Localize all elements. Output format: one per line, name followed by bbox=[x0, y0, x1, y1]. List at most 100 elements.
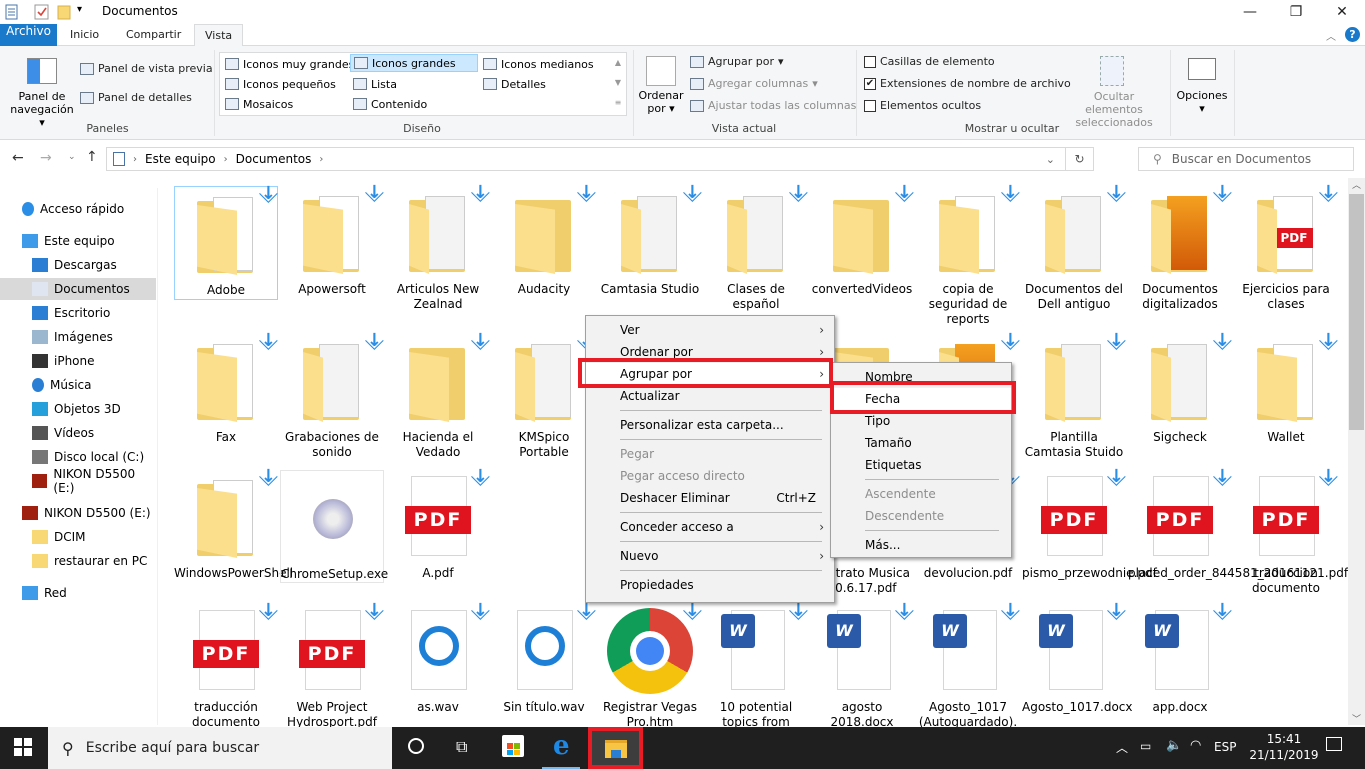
menu-item[interactable]: Nuevo › bbox=[586, 545, 834, 567]
layout-details[interactable]: Detalles bbox=[480, 75, 549, 93]
scroll-thumb[interactable] bbox=[1349, 194, 1364, 430]
recent-locations-icon[interactable]: ⌄ bbox=[68, 152, 76, 162]
file-item[interactable]: PDF ⇲ traduccion documento bbox=[1234, 465, 1340, 596]
file-item[interactable]: ⇲ WindowsPowerShell bbox=[174, 465, 293, 581]
wifi-icon[interactable]: ◠ bbox=[1190, 738, 1201, 753]
menu-item[interactable]: Pegar bbox=[586, 443, 834, 465]
sidebar-item[interactable]: Documentos bbox=[0, 278, 156, 300]
file-item[interactable]: W ⇲ Agosto_1017.docx bbox=[1022, 599, 1132, 715]
file-item[interactable]: ⇲ Hacienda el Vedado bbox=[386, 329, 493, 460]
checkbox[interactable] bbox=[864, 99, 876, 112]
sidebar-item[interactable]: Este equipo bbox=[0, 230, 156, 252]
menu-item[interactable]: Descendente bbox=[831, 505, 1011, 527]
layout-medium-icons[interactable]: Iconos medianos bbox=[480, 55, 597, 73]
sort-by-button[interactable]: Ordenar por ▾ bbox=[638, 89, 684, 115]
checkbox-checked[interactable]: ✔ bbox=[864, 77, 876, 90]
add-columns-button[interactable]: Agregar columnas ▾ bbox=[690, 77, 818, 90]
battery-icon[interactable]: ▭ bbox=[1140, 739, 1151, 753]
store-icon[interactable] bbox=[502, 735, 524, 757]
sidebar-item[interactable]: Vídeos bbox=[0, 422, 156, 444]
edge-icon[interactable]: e bbox=[553, 731, 570, 761]
file-item[interactable]: ⇲ Wallet bbox=[1234, 329, 1340, 445]
file-item[interactable]: ⇲ Sigcheck bbox=[1128, 329, 1234, 445]
menu-item[interactable]: Conceder acceso a › bbox=[586, 516, 834, 538]
menu-item[interactable]: Más... bbox=[831, 534, 1011, 556]
layout-small-icons[interactable]: Iconos pequeños bbox=[222, 75, 339, 93]
file-item[interactable]: PDF ⇲ Web Project Hydrosport.pdf bbox=[280, 599, 386, 727]
taskbar-search-input[interactable]: Escribe aquí para buscar bbox=[86, 740, 259, 756]
menu-item[interactable]: Ascendente bbox=[831, 483, 1011, 505]
layout-extra-large-icons[interactable]: Iconos muy grandes bbox=[222, 55, 357, 73]
file-item[interactable]: ⇲ Audacity bbox=[492, 181, 598, 297]
file-item[interactable]: ⇲ Documentos del Dell antiguo bbox=[1022, 181, 1128, 312]
hidden-items-toggle[interactable]: Elementos ocultos bbox=[864, 99, 981, 112]
layout-list[interactable]: Lista bbox=[350, 75, 400, 93]
customize-toolbar-icon[interactable]: ▾ bbox=[77, 4, 93, 20]
menu-item[interactable]: Tamaño bbox=[831, 432, 1011, 454]
task-view-icon[interactable]: ⧉ bbox=[456, 737, 467, 757]
sidebar-item[interactable]: restaurar en PC bbox=[0, 550, 156, 572]
file-item[interactable]: W ⇲ app.docx bbox=[1128, 599, 1234, 715]
sidebar-item[interactable]: Objetos 3D bbox=[0, 398, 156, 420]
options-button[interactable]: Opciones ▾ bbox=[1172, 89, 1232, 115]
gallery-scroll[interactable]: ▲ ▼ ≡ bbox=[610, 53, 626, 115]
file-item[interactable]: ⇲ Sin título.wav bbox=[492, 599, 598, 715]
menu-item[interactable]: Pegar acceso directo bbox=[586, 465, 834, 487]
file-item[interactable]: W ⇲ Agosto_1017 (Autoguardado). bbox=[916, 599, 1022, 727]
file-item[interactable]: PDF ⇲ pismo_przewodnie.pdf bbox=[1022, 465, 1157, 581]
windows-start-icon[interactable] bbox=[14, 738, 32, 756]
chevron-down-icon[interactable]: ⌄ bbox=[1046, 153, 1055, 166]
layout-large-icons[interactable]: Iconos grandes bbox=[350, 54, 478, 72]
sidebar-item[interactable]: Escritorio bbox=[0, 302, 156, 324]
sidebar-item[interactable]: iPhone bbox=[0, 350, 156, 372]
file-item[interactable]: ⇲ Fax bbox=[174, 329, 280, 445]
sidebar-item[interactable]: Acceso rápido bbox=[0, 198, 156, 220]
tab-inicio[interactable]: Inicio bbox=[60, 24, 109, 46]
menu-item[interactable]: Ver › bbox=[586, 319, 834, 341]
sidebar-item[interactable]: Música bbox=[0, 374, 156, 396]
file-item[interactable]: ⇲ copia de seguridad de reports bbox=[916, 181, 1022, 327]
file-item[interactable]: PDF ⇲ A.pdf bbox=[386, 465, 492, 581]
up-arrow-icon[interactable]: ↑ bbox=[86, 149, 98, 165]
sidebar-item[interactable]: Descargas bbox=[0, 254, 156, 276]
breadcrumb-este-equipo[interactable]: Este equipo bbox=[145, 152, 216, 166]
sidebar-item[interactable]: Red bbox=[0, 582, 156, 604]
refresh-icon[interactable]: ↻ bbox=[1065, 148, 1093, 170]
file-item[interactable]: ⇲ Apowersoft bbox=[280, 181, 386, 297]
file-item[interactable]: ⇲ Grabaciones de sonido bbox=[280, 329, 386, 460]
file-item[interactable]: ⇲ Adobe bbox=[174, 182, 280, 300]
sidebar-item[interactable]: NIKON D5500 (E:) bbox=[0, 467, 156, 495]
file-item[interactable]: ⇲ Clases de español bbox=[704, 181, 810, 312]
file-item[interactable]: ⇲ convertedVideos bbox=[810, 181, 916, 297]
checkmark-icon[interactable] bbox=[34, 4, 50, 20]
fit-columns-button[interactable]: Ajustar todas las columnas bbox=[690, 99, 856, 112]
sidebar-item[interactable]: DCIM bbox=[0, 526, 156, 548]
file-item[interactable]: ⇲ Articulos New Zealnad bbox=[386, 181, 492, 312]
item-checkboxes-toggle[interactable]: Casillas de elemento bbox=[864, 55, 995, 68]
help-icon[interactable]: ? bbox=[1345, 27, 1360, 42]
scroll-down-icon[interactable]: ﹀ bbox=[1348, 712, 1365, 725]
file-item[interactable]: PDF ⇲ Ejercicios para clases bbox=[1234, 181, 1340, 312]
notifications-icon[interactable] bbox=[1326, 737, 1342, 751]
chevron-up-icon[interactable]: ︿ bbox=[1116, 739, 1128, 756]
tab-compartir[interactable]: Compartir bbox=[116, 24, 191, 46]
collapse-ribbon-icon[interactable]: ︿ bbox=[1326, 28, 1336, 43]
new-folder-icon[interactable] bbox=[57, 4, 73, 20]
file-item[interactable]: ⇲ Registrar Vegas Pro.htm bbox=[598, 599, 704, 727]
properties-icon[interactable] bbox=[4, 4, 20, 20]
menu-item[interactable]: Etiquetas bbox=[831, 454, 1011, 476]
file-item[interactable]: ⇲ Camtasia Studio bbox=[598, 181, 704, 297]
file-item[interactable]: PDF ⇲ traducción documento bbox=[174, 599, 280, 727]
file-item[interactable]: ⇲ as.wav bbox=[386, 599, 492, 715]
taskbar-search[interactable]: ⚲ Escribe aquí para buscar bbox=[48, 727, 392, 769]
vertical-scrollbar[interactable]: ︿ ﹀ bbox=[1348, 178, 1365, 725]
sidebar-item[interactable]: Disco local (C:) bbox=[0, 446, 156, 468]
file-extensions-toggle[interactable]: ✔ Extensiones de nombre de archivo bbox=[864, 77, 1071, 90]
tab-vista[interactable]: Vista bbox=[194, 24, 244, 47]
file-item[interactable]: ⇲ KMSpico Portable bbox=[492, 329, 598, 460]
details-pane-button[interactable]: Panel de detalles bbox=[80, 91, 192, 104]
clock[interactable]: 15:41 21/11/2019 bbox=[1246, 731, 1322, 763]
checkbox[interactable] bbox=[864, 55, 876, 68]
menu-item[interactable]: Actualizar bbox=[586, 385, 834, 407]
group-by-button[interactable]: Agrupar por ▾ bbox=[690, 55, 784, 68]
